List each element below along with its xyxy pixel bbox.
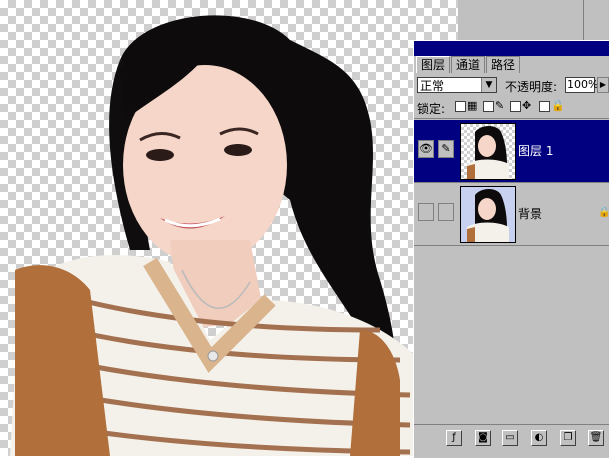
palette-titlebar[interactable] [414, 41, 609, 56]
document-canvas[interactable] [0, 0, 458, 456]
opacity-field[interactable]: 100% [565, 77, 598, 93]
tab-layers[interactable]: 图层 [416, 56, 451, 73]
layer-row-background[interactable]: 背景 🔒 [414, 183, 609, 245]
layer-thumbnail [460, 186, 516, 243]
blend-mode-value: 正常 [420, 79, 445, 93]
layer-thumbnail [460, 123, 516, 180]
layer-row-layer1[interactable]: 👁 ✎ 图层 1 [414, 120, 609, 182]
layer-style-icon[interactable]: ƒ [446, 430, 462, 446]
palette-tabs: 图层 通道 路径 [416, 56, 521, 73]
tab-channels[interactable]: 通道 [451, 56, 486, 73]
transparency-icon: ▦ [467, 99, 478, 112]
lock-transparency-checkbox[interactable] [455, 101, 466, 112]
layer-separator [414, 245, 609, 246]
adjustment-icon[interactable]: ◐ [531, 430, 547, 446]
lock-position-checkbox[interactable] [510, 101, 521, 112]
layers-palette: 图层 通道 路径 正常 ▼ 不透明度: 100% ▶ 锁定: ▦ ✎ ✥ 🔒 👁… [413, 40, 609, 458]
layer-name[interactable]: 背景 [518, 205, 542, 222]
lock-all-checkbox[interactable] [539, 101, 550, 112]
eye-icon[interactable]: 👁 [418, 140, 434, 158]
trash-icon[interactable]: 🗑 [588, 430, 604, 446]
layer-name[interactable]: 图层 1 [518, 142, 553, 159]
mask-icon[interactable]: ◙ [475, 430, 491, 446]
tab-paths[interactable]: 路径 [486, 56, 521, 73]
chevron-down-icon[interactable]: ▼ [481, 78, 496, 92]
move-icon: ✥ [522, 99, 532, 112]
palette-bottom-bar: ƒ ◙ ▭ ◐ ❐ 🗑 [414, 424, 609, 458]
new-set-icon[interactable]: ▭ [502, 430, 518, 446]
opacity-slider-arrow-icon[interactable]: ▶ [597, 77, 609, 93]
lock-icon: 🔒 [598, 207, 609, 218]
brush-icon: ✎ [495, 99, 505, 112]
lock-icon: 🔒 [551, 99, 565, 112]
workspace-divider [583, 0, 584, 40]
portrait-cutout-image [10, 15, 420, 456]
new-layer-icon[interactable]: ❐ [560, 430, 576, 446]
brush-icon[interactable]: ✎ [438, 140, 454, 158]
blend-mode-select[interactable]: 正常 ▼ [417, 77, 497, 93]
lock-label: 锁定: [417, 102, 446, 116]
visibility-toggle-empty[interactable] [418, 203, 434, 221]
lock-row: 锁定: ▦ ✎ ✥ 🔒 [417, 99, 607, 116]
blend-opacity-row: 正常 ▼ 不透明度: 100% ▶ [417, 77, 609, 95]
link-toggle-empty[interactable] [438, 203, 454, 221]
opacity-label: 不透明度: [505, 80, 558, 94]
lock-image-checkbox[interactable] [483, 101, 494, 112]
panel-divider [414, 118, 609, 119]
